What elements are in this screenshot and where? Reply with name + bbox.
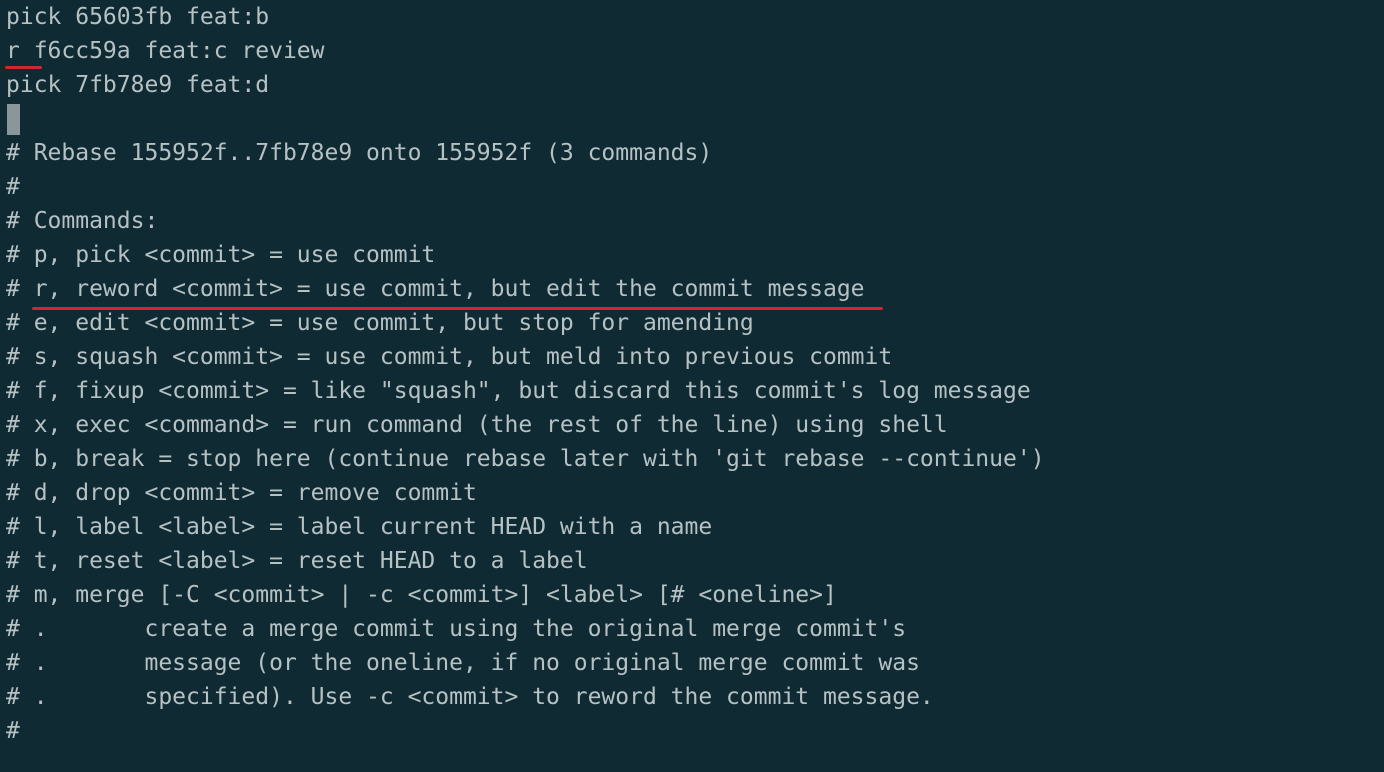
comment-line: # (6, 174, 20, 200)
todo-line-2-reword[interactable]: r f6cc59a feat:c review (6, 34, 1384, 68)
comment-edit: # e, edit <commit> = use commit, but sto… (6, 310, 754, 336)
comment-reset: # t, reset <label> = reset HEAD to a lab… (6, 548, 588, 574)
comment-merge-detail-1: # . create a merge commit using the orig… (6, 616, 907, 642)
comment-merge-detail-2: # . message (or the oneline, if no origi… (6, 650, 920, 676)
todo-line-1[interactable]: pick 65603fb feat:b (6, 0, 1384, 34)
terminal-editor[interactable]: pick 65603fb feat:b r f6cc59a feat:c rev… (0, 0, 1384, 772)
cursor-line[interactable] (6, 102, 1384, 136)
comment-merge-detail-3: # . specified). Use -c <commit> to rewor… (6, 684, 934, 710)
todo-line-3[interactable]: pick 7fb78e9 feat:d (6, 68, 1384, 102)
comment-drop: # d, drop <commit> = remove commit (6, 480, 477, 506)
text-cursor (7, 104, 20, 135)
comment-fixup: # f, fixup <commit> = like "squash", but… (6, 378, 1031, 404)
comment-label: # l, label <label> = label current HEAD … (6, 514, 713, 540)
comment-line-end: # (6, 718, 20, 744)
comment-break: # b, break = stop here (continue rebase … (6, 446, 1045, 472)
annotation-underline-reword (32, 307, 883, 310)
comment-rebase-summary: # Rebase 155952f..7fb78e9 onto 155952f (… (6, 140, 713, 166)
comment-merge: # m, merge [-C <commit> | -c <commit>] <… (6, 582, 837, 608)
comment-pick: # p, pick <commit> = use commit (6, 242, 436, 268)
comment-commands-header: # Commands: (6, 208, 159, 234)
comment-squash: # s, squash <commit> = use commit, but m… (6, 344, 893, 370)
comment-reword: # r, reword <commit> = use commit, but e… (6, 276, 865, 302)
comment-exec: # x, exec <command> = run command (the r… (6, 412, 948, 438)
annotation-underline-r (5, 66, 42, 69)
